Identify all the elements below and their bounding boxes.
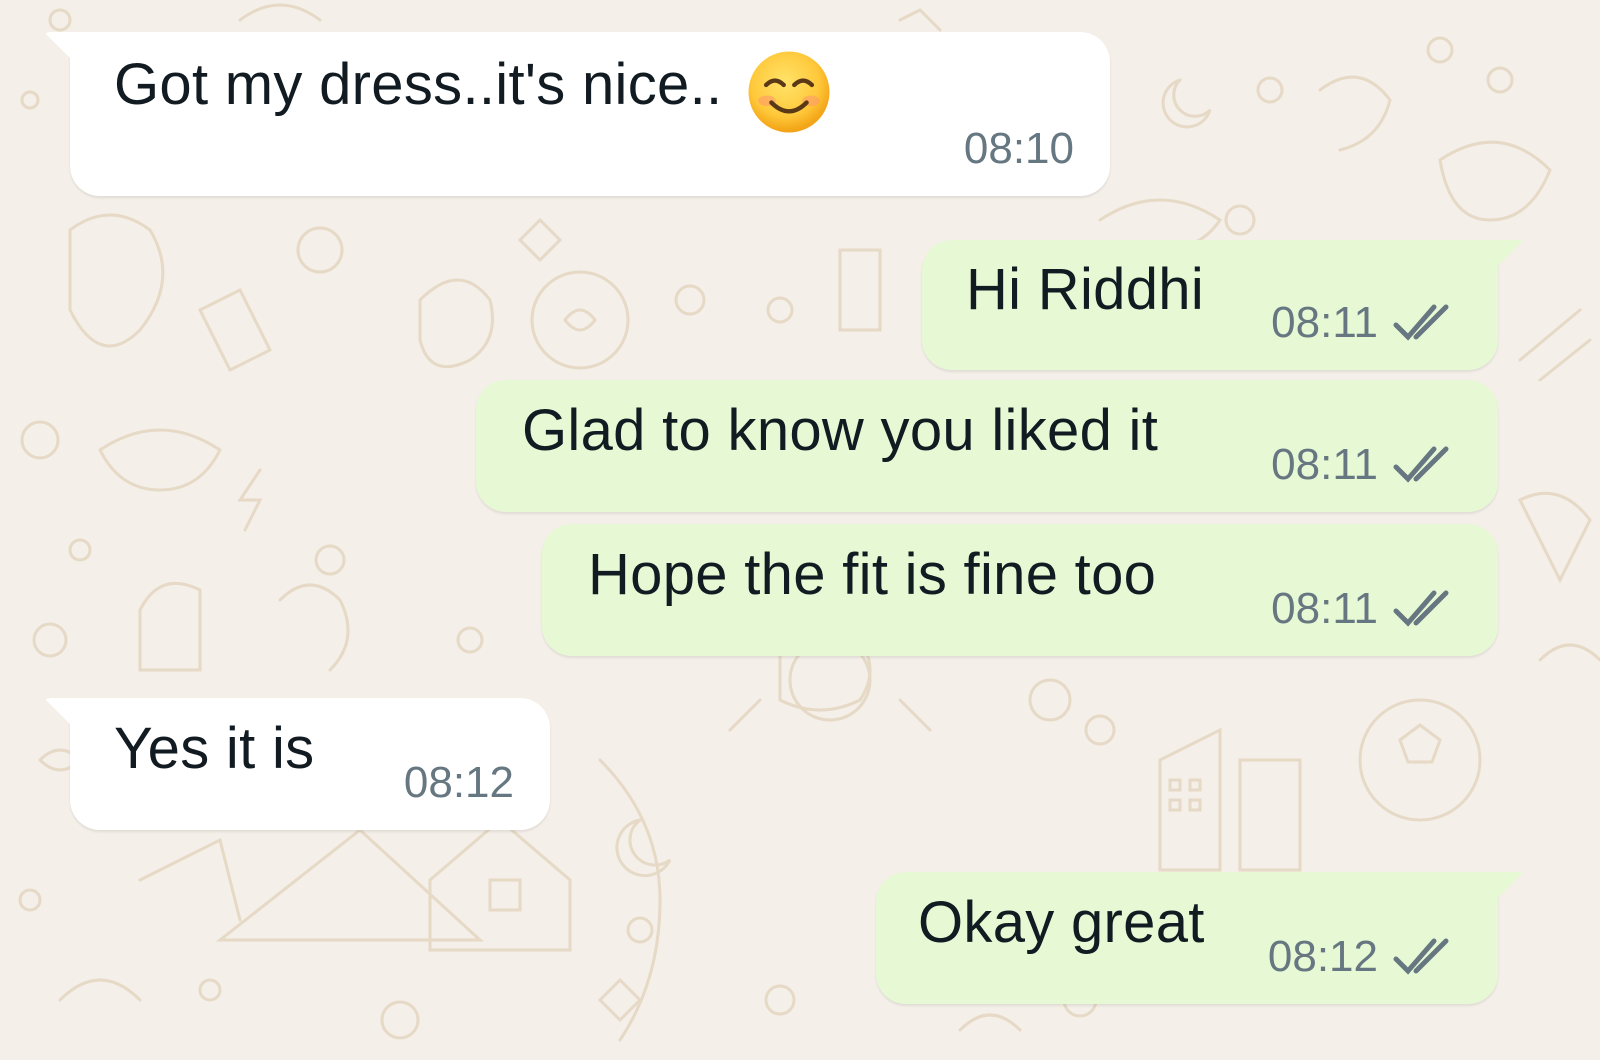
message-bubble-outgoing[interactable]: Hi Riddhi 08:11 (922, 240, 1524, 370)
message-meta: 08:10 (964, 124, 1074, 174)
message-timestamp: 08:12 (403, 758, 514, 807)
bubble-tail (1496, 240, 1524, 268)
message-timestamp: 08:12 (1267, 932, 1378, 981)
bubble-tail (44, 32, 72, 60)
message-text: Okay great (918, 890, 1205, 955)
message-text: Glad to know you liked it (522, 398, 1159, 463)
message-timestamp: 08:11 (1271, 440, 1378, 489)
bubble-tail (44, 698, 72, 726)
double-check-read-icon (1393, 304, 1449, 341)
double-check-read-icon (1393, 938, 1449, 975)
message-meta: 08:11 (1271, 440, 1458, 490)
bubble-tail (1496, 872, 1524, 900)
smiling-face-emoji-icon (748, 51, 830, 133)
double-check-read-icon (1393, 446, 1449, 483)
message-bubble-incoming[interactable]: Yes it is 08:12 (44, 698, 550, 830)
message-meta: 08:12 (1268, 932, 1458, 982)
message-meta: 08:11 (1271, 584, 1458, 634)
message-bubble-outgoing[interactable]: Okay great 08:12 (876, 872, 1524, 1004)
message-meta: 08:11 (1271, 298, 1458, 348)
chat-conversation: Got my dress..it's nice.. 08:10 Hi Riddh… (0, 0, 1600, 1060)
double-check-read-icon (1393, 590, 1449, 627)
message-content: Got my dress..it's nice.. (114, 50, 964, 144)
message-timestamp: 08:11 (1271, 298, 1378, 347)
message-bubble-incoming[interactable]: Got my dress..it's nice.. 08:10 (44, 32, 1110, 196)
message-timestamp: 08:11 (1271, 584, 1378, 633)
message-text: Got my dress..it's nice.. (114, 52, 723, 118)
message-text: Yes it is (114, 716, 315, 781)
message-timestamp: 08:10 (963, 124, 1074, 173)
message-meta: 08:12 (404, 758, 514, 808)
message-text: Hi Riddhi (966, 257, 1205, 322)
message-text: Hope the fit is fine too (588, 542, 1157, 607)
message-bubble-outgoing[interactable]: Hope the fit is fine too 08:11 (542, 524, 1498, 656)
message-bubble-outgoing[interactable]: Glad to know you liked it 08:11 (476, 380, 1498, 512)
